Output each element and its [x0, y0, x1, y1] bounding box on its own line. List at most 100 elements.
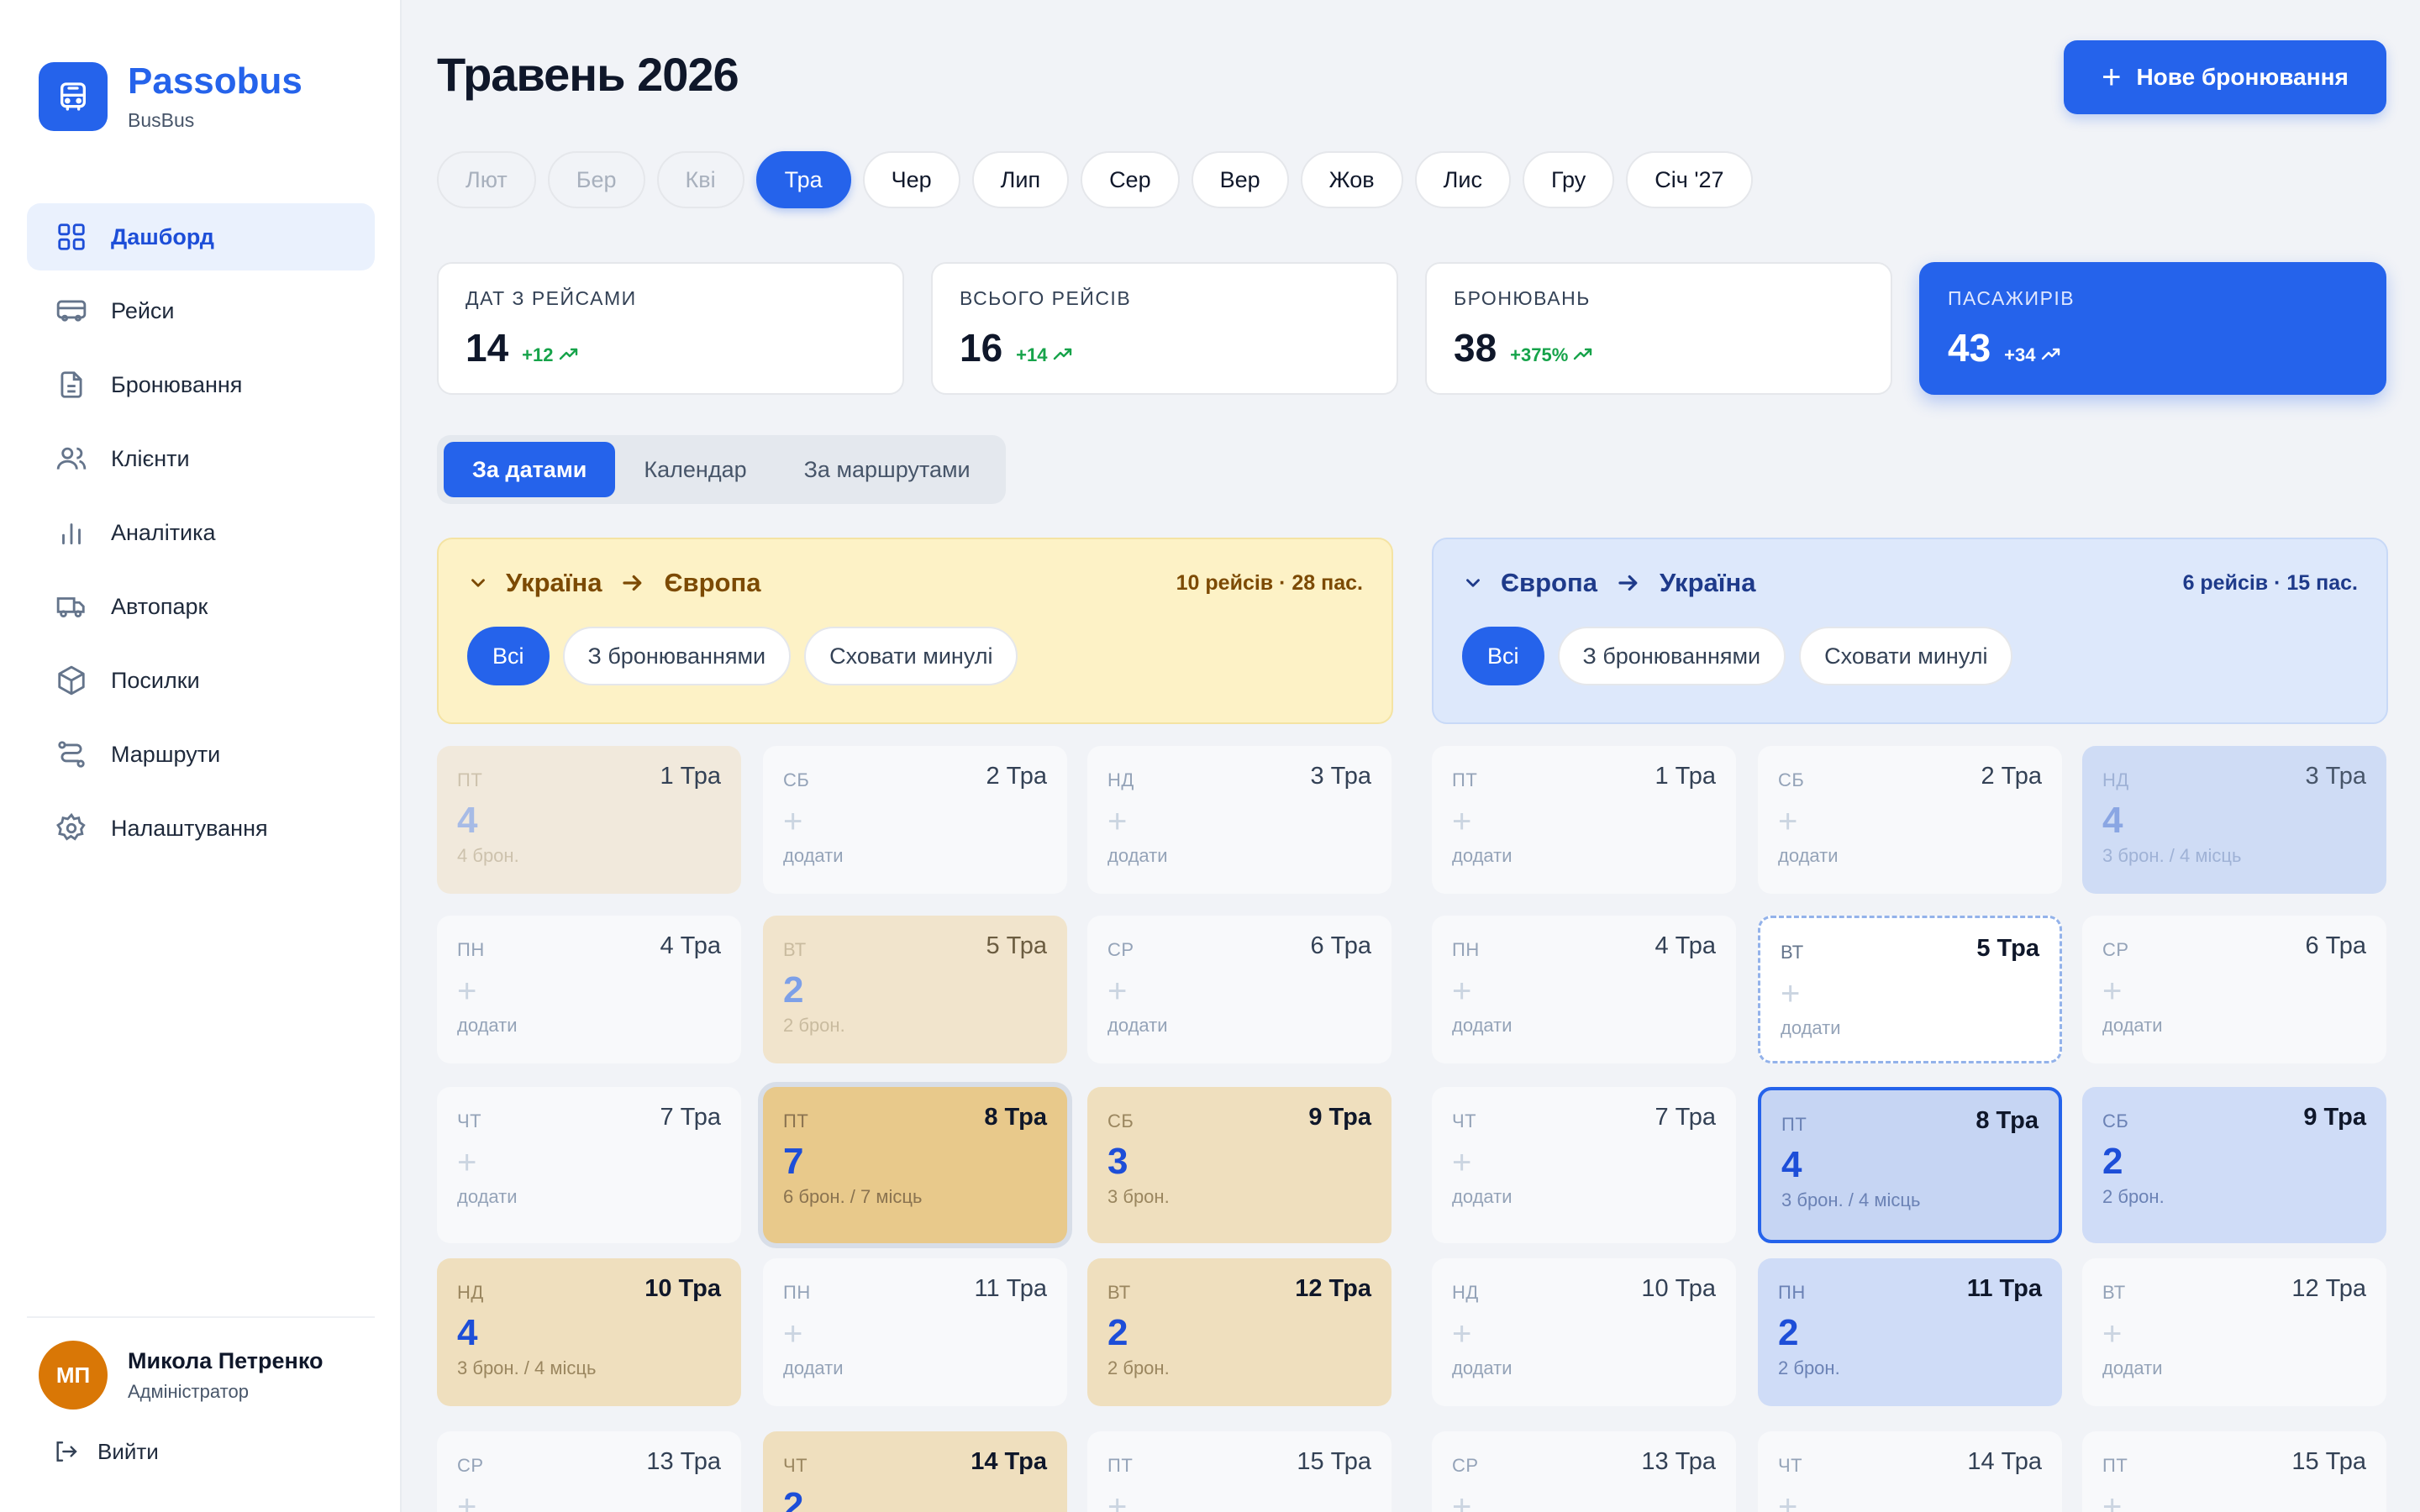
day-card[interactable]: СР 13 Тра + — [1432, 1431, 1736, 1512]
day-caption: додати — [1452, 1186, 1512, 1207]
package-icon — [54, 663, 89, 698]
day-card[interactable]: СБ 9 Тра 3 3 брон. — [1087, 1087, 1392, 1243]
day-card[interactable]: ВТ 5 Тра 2 2 брон. — [763, 916, 1067, 1063]
day-card[interactable]: СР 6 Тра + додати — [2082, 916, 2386, 1063]
stat-value: 43 — [1948, 326, 1991, 370]
day-card[interactable]: ЧТ 14 Тра + — [1758, 1431, 2062, 1512]
day-date: 11 Тра — [974, 1275, 1047, 1302]
day-card[interactable]: ВТ 12 Тра + додати — [2082, 1258, 2386, 1406]
month-chip[interactable]: Чер — [862, 151, 960, 208]
month-chip[interactable]: Лис — [1414, 151, 1511, 208]
day-card[interactable]: НД 10 Тра 4 3 брон. / 4 місць — [437, 1258, 741, 1406]
day-card[interactable]: ПТ 1 Тра 4 4 брон. — [437, 746, 741, 894]
day-date: 8 Тра — [984, 1104, 1047, 1131]
day-date: 5 Тра — [1976, 935, 2039, 962]
brand[interactable]: Passobus BusBus — [39, 60, 302, 132]
sidebar-item-trips[interactable]: Рейси — [27, 277, 375, 344]
month-chip[interactable]: Гру — [1522, 151, 1615, 208]
day-card[interactable]: НД 3 Тра 4 3 брон. / 4 місць — [2082, 746, 2386, 894]
logout-button[interactable]: Вийти — [52, 1438, 159, 1465]
passenger-count: 4 — [457, 1312, 478, 1353]
day-card[interactable]: ВТ 12 Тра 2 2 брон. — [1087, 1258, 1392, 1406]
day-card[interactable]: НД 3 Тра + додати — [1087, 746, 1392, 894]
day-caption: 3 брон. / 4 місць — [1781, 1189, 1921, 1210]
tab-by-dates[interactable]: За датами — [444, 442, 616, 497]
sidebar-item-label: Дашборд — [111, 223, 214, 249]
chart-icon — [54, 515, 89, 550]
sidebar-item-label: Клієнти — [111, 445, 190, 471]
day-date: 13 Тра — [646, 1448, 721, 1475]
route-panel-ua-eu: Україна Європа 10 рейсів · 28 пас. Всі З… — [437, 538, 1393, 724]
day-card[interactable]: ЧТ 7 Тра + додати — [437, 1087, 741, 1243]
user-role: Адміністратор — [128, 1380, 249, 1402]
day-card[interactable]: СР 13 Тра + — [437, 1431, 741, 1512]
sidebar-item-parcels[interactable]: Посилки — [27, 647, 375, 714]
day-card[interactable]: ПН 4 Тра + додати — [437, 916, 741, 1063]
day-card[interactable]: ЧТ 14 Тра 2 — [763, 1431, 1067, 1512]
plus-icon: + — [1107, 1488, 1128, 1512]
month-chip[interactable]: Сер — [1081, 151, 1180, 208]
filter-hide-past[interactable]: Сховати минулі — [1799, 627, 2013, 685]
day-date: 2 Тра — [1981, 763, 2042, 790]
month-chip[interactable]: Лип — [971, 151, 1070, 208]
day-card[interactable]: СБ 2 Тра + додати — [763, 746, 1067, 894]
filter-with-bookings[interactable]: З бронюваннями — [1557, 627, 1786, 685]
day-card[interactable]: ПТ 15 Тра + — [1087, 1431, 1392, 1512]
sidebar-item-settings[interactable]: Налаштування — [27, 795, 375, 862]
route-toggle[interactable]: Україна Європа — [467, 568, 760, 598]
new-booking-button[interactable]: + Нове бронювання — [2064, 40, 2386, 114]
day-weekday: ПН — [1452, 939, 1480, 960]
day-caption: додати — [1452, 1357, 1512, 1378]
day-card[interactable]: ПН 11 Тра + додати — [763, 1258, 1067, 1406]
filter-all[interactable]: Всі — [467, 627, 550, 685]
filter-hide-past[interactable]: Сховати минулі — [804, 627, 1018, 685]
route-toggle[interactable]: Європа Україна — [1462, 568, 1755, 598]
stat-label: ДАТ З РЕЙСАМИ — [466, 287, 637, 309]
sidebar-item-fleet[interactable]: Автопарк — [27, 573, 375, 640]
sidebar-item-label: Аналітика — [111, 519, 216, 545]
day-caption: 2 брон. — [2102, 1186, 2165, 1207]
day-card[interactable]: СР 6 Тра + додати — [1087, 916, 1392, 1063]
day-card[interactable]: СБ 2 Тра + додати — [1758, 746, 2062, 894]
month-chip[interactable]: Жов — [1300, 151, 1403, 208]
day-card[interactable]: ПН 4 Тра + додати — [1432, 916, 1736, 1063]
tab-by-routes[interactable]: За маршрутами — [776, 442, 999, 497]
filter-with-bookings[interactable]: З бронюваннями — [562, 627, 792, 685]
route-to: Європа — [664, 568, 761, 597]
tab-calendar[interactable]: Календар — [615, 442, 775, 497]
sidebar-item-label: Маршрути — [111, 741, 221, 767]
day-card[interactable]: ПН 11 Тра 2 2 брон. — [1758, 1258, 2062, 1406]
day-card[interactable]: ПТ 8 Тра 4 3 брон. / 4 місць — [1758, 1087, 2062, 1243]
day-weekday: ВТ — [783, 939, 807, 960]
month-chip[interactable]: Лют — [437, 151, 536, 208]
day-card[interactable]: ПТ 8 Тра 7 6 брон. / 7 місць — [763, 1087, 1067, 1243]
month-chip[interactable]: Січ '27 — [1626, 151, 1753, 208]
sidebar-item-bookings[interactable]: Бронювання — [27, 351, 375, 418]
dashboard-icon — [54, 219, 89, 255]
day-card[interactable]: НД 10 Тра + додати — [1432, 1258, 1736, 1406]
month-chip-active[interactable]: Тра — [755, 151, 851, 208]
sidebar-item-routes[interactable]: Маршрути — [27, 721, 375, 788]
user-profile[interactable]: МП Микола Петренко Адміністратор — [39, 1341, 324, 1410]
month-chip[interactable]: Вер — [1191, 151, 1289, 208]
day-caption: 4 брон. — [457, 845, 519, 866]
passenger-count: 2 — [1107, 1312, 1128, 1353]
sidebar-item-label: Бронювання — [111, 371, 243, 397]
passenger-count: 4 — [1781, 1144, 1802, 1185]
sidebar-item-dashboard[interactable]: Дашборд — [27, 203, 375, 270]
day-card[interactable]: ПТ 15 Тра + — [2082, 1431, 2386, 1512]
sidebar-item-clients[interactable]: Клієнти — [27, 425, 375, 492]
month-chip[interactable]: Бер — [547, 151, 645, 208]
document-icon — [54, 367, 89, 402]
day-card[interactable]: ВТ 5 Тра + додати — [1758, 916, 2062, 1063]
day-card[interactable]: ПТ 1 Тра + додати — [1432, 746, 1736, 894]
filter-all[interactable]: Всі — [1462, 627, 1544, 685]
day-date: 1 Тра — [1655, 763, 1716, 790]
stat-value: 38 — [1454, 326, 1497, 370]
sidebar: Passobus BusBus Дашборд Рейси Бронювання… — [0, 0, 402, 1512]
stat-delta: +14 — [1016, 344, 1072, 366]
month-chip[interactable]: Кві — [656, 151, 744, 208]
day-card[interactable]: ЧТ 7 Тра + додати — [1432, 1087, 1736, 1243]
sidebar-item-analytics[interactable]: Аналітика — [27, 499, 375, 566]
day-card[interactable]: СБ 9 Тра 2 2 брон. — [2082, 1087, 2386, 1243]
